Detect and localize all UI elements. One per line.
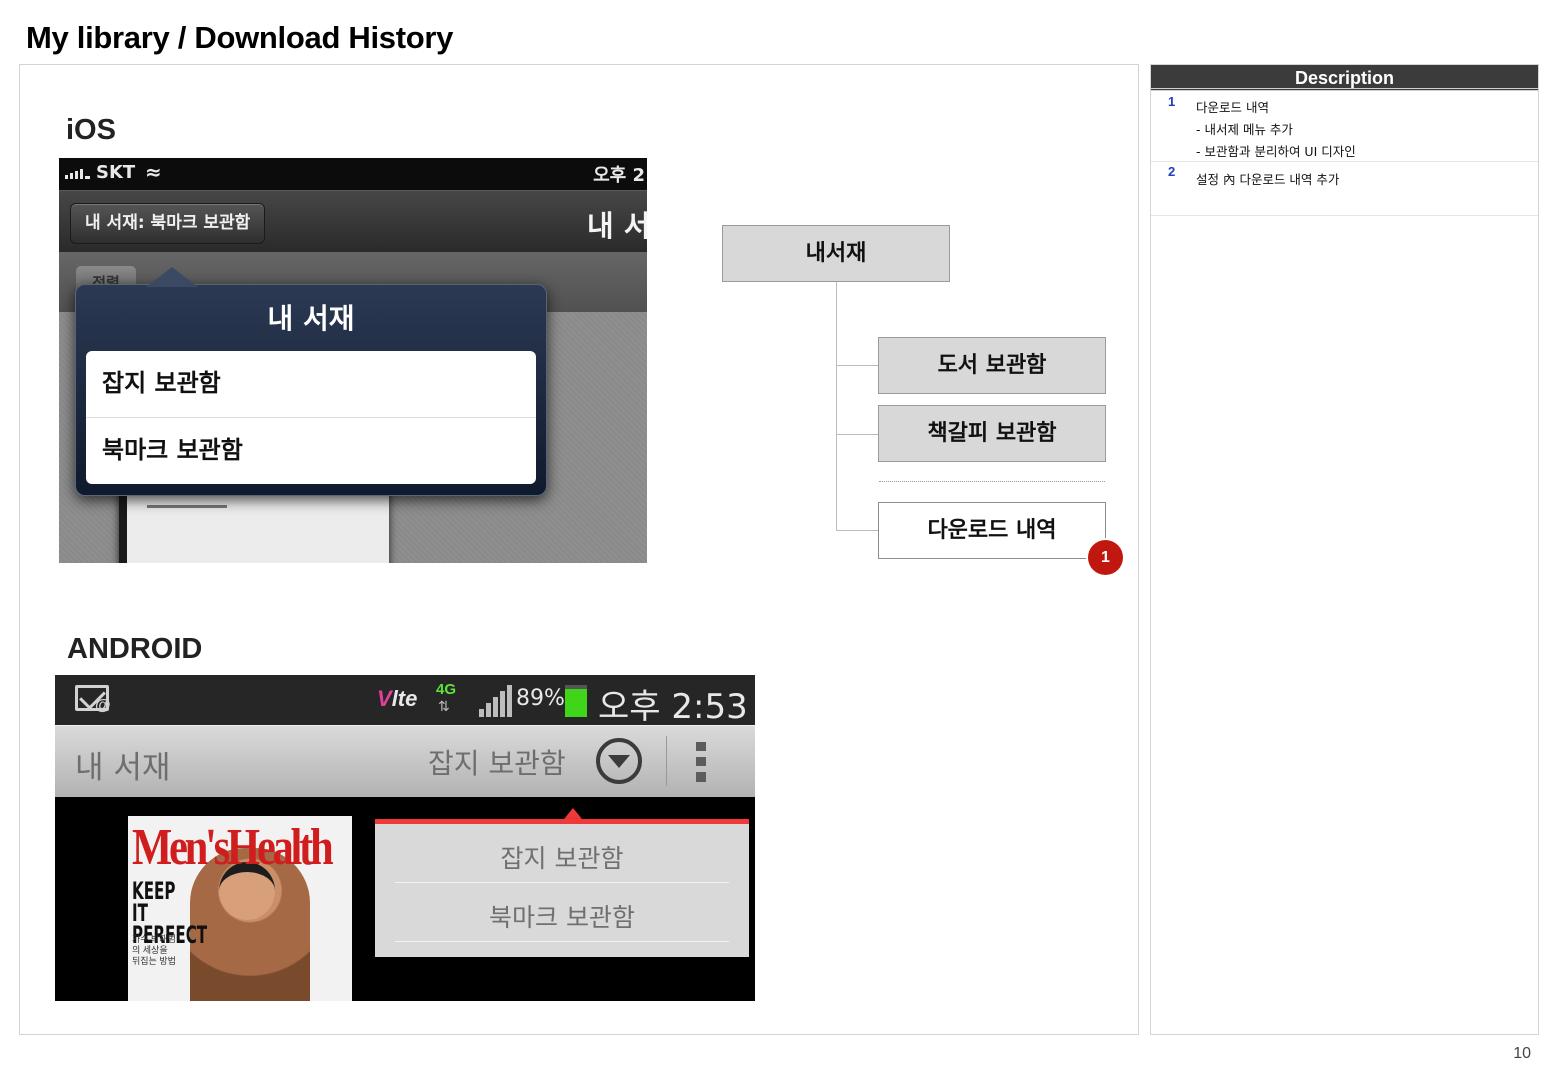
page-title: My library / Download History bbox=[26, 20, 454, 55]
page-number: 10 bbox=[1513, 1045, 1531, 1062]
description-item-number: 2 bbox=[1168, 164, 1176, 179]
wifi-icon: ≈ bbox=[145, 160, 162, 184]
action-bar-title: 내 서재 bbox=[75, 750, 171, 786]
volte-indicator: Vlte bbox=[377, 686, 418, 711]
android-status-bar: @ Vlte 4G ⇅ 89% 오후 2:53 bbox=[55, 675, 755, 727]
tree-connector bbox=[836, 434, 878, 435]
description-panel: Description 1 다운로드 내역 - 내서제 메뉴 추가 - 보관함과… bbox=[1150, 64, 1539, 1035]
carrier-name: SKT bbox=[96, 162, 136, 183]
cover-logo: Men'sHealth bbox=[132, 819, 334, 876]
signal-icon bbox=[65, 165, 90, 179]
dropdown-chevron-icon[interactable] bbox=[596, 738, 642, 784]
overflow-menu-icon[interactable] bbox=[696, 742, 706, 782]
description-header: Description bbox=[1151, 65, 1538, 91]
library-popover: 내 서재 잡지 보관함 북마크 보관함 bbox=[75, 267, 547, 496]
description-item-number: 1 bbox=[1168, 94, 1176, 109]
popover-list: 잡지 보관함 북마크 보관함 bbox=[86, 351, 536, 484]
dropdown-item-bookmark-storage[interactable]: 북마크 보관함 bbox=[395, 883, 729, 942]
node-download-history: 다운로드 내역 bbox=[878, 502, 1106, 559]
description-line: 다운로드 내역 bbox=[1196, 100, 1269, 115]
tree-connector bbox=[836, 365, 878, 366]
tree-connector bbox=[836, 281, 837, 530]
ios-label: iOS bbox=[66, 114, 116, 146]
status-time: 오후 2 bbox=[593, 165, 645, 186]
ios-navigation-bar: 내 서재: 북마크 보관함 내 서 bbox=[59, 190, 647, 252]
battery-icon bbox=[565, 685, 587, 717]
status-time: 오후 2:53 bbox=[598, 687, 748, 727]
mail-at-icon: @ bbox=[95, 697, 111, 714]
back-button[interactable]: 내 서재: 북마크 보관함 bbox=[70, 203, 266, 244]
battery-percent: 89% bbox=[516, 686, 565, 711]
android-label: ANDROID bbox=[67, 633, 203, 665]
node-bookmark-storage: 책갈피 보관함 bbox=[878, 405, 1106, 462]
android-screenshot: @ Vlte 4G ⇅ 89% 오후 2:53 내 서재 잡지 보관함 Men'… bbox=[55, 675, 755, 1001]
description-item-1: 1 다운로드 내역 - 내서제 메뉴 추가 - 보관함과 분리하여 UI 디자인 bbox=[1151, 92, 1538, 162]
storage-dropdown-menu: 잡지 보관함 북마크 보관함 bbox=[375, 819, 749, 957]
network-type: 4G bbox=[436, 681, 457, 698]
node-book-storage: 도서 보관함 bbox=[878, 337, 1106, 394]
annotation-marker: 1 bbox=[1088, 540, 1123, 575]
tree-connector bbox=[836, 530, 878, 531]
node-my-library: 내서재 bbox=[722, 225, 950, 282]
ios-status-bar: SKT ≈ 오후 2 bbox=[59, 158, 647, 190]
description-line: 설정 內 다운로드 내역 추가 bbox=[1196, 172, 1340, 187]
description-line: - 내서제 메뉴 추가 bbox=[1196, 122, 1293, 137]
nav-title: 내 서 bbox=[587, 209, 647, 243]
magazine-cover[interactable]: Men'sHealth KEEP IT PERFECT 가수 박재범의 세상을 … bbox=[128, 816, 352, 1001]
description-line: - 보관함과 분리하여 UI 디자인 bbox=[1196, 144, 1356, 159]
android-action-bar: 내 서재 잡지 보관함 bbox=[55, 725, 755, 797]
popover-item-bookmark-storage[interactable]: 북마크 보관함 bbox=[86, 417, 536, 483]
dropdown-arrow bbox=[564, 808, 582, 819]
popover-arrow bbox=[146, 267, 198, 287]
cover-caption: 가수 박재범의 세상을 뒤집는 방법 bbox=[132, 934, 176, 966]
description-item-2: 2 설정 內 다운로드 내역 추가 bbox=[1151, 162, 1538, 216]
data-activity-icon: ⇅ bbox=[438, 698, 450, 714]
diagram-separator bbox=[879, 481, 1105, 482]
dropdown-item-magazine-storage[interactable]: 잡지 보관함 bbox=[395, 824, 729, 883]
action-bar-divider bbox=[666, 736, 667, 786]
signal-icon bbox=[479, 685, 512, 717]
storage-selector[interactable]: 잡지 보관함 bbox=[428, 742, 566, 782]
ios-screenshot: SKT ≈ 오후 2 내 서재: 북마크 보관함 내 서 정렬 내 서재 잡지 … bbox=[59, 158, 647, 563]
popover-item-magazine-storage[interactable]: 잡지 보관함 bbox=[86, 351, 536, 417]
popover-title: 내 서재 bbox=[267, 302, 355, 335]
